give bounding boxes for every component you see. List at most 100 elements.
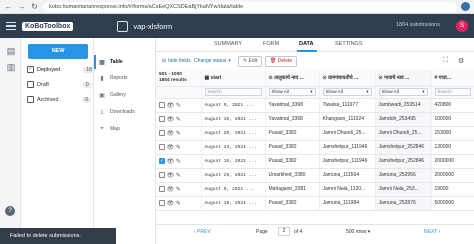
view-icon[interactable]: 👁 <box>166 158 175 165</box>
library-icon[interactable]: ▥ <box>6 62 16 72</box>
table-row[interactable]: 👁 ✎ August 9, 2021 ... Mahagaon_3381 Jamni N… <box>156 182 474 197</box>
row-checkbox[interactable] <box>159 200 165 207</box>
project-title: vap-xlsform <box>133 21 173 31</box>
cell-num: 19000 <box>431 182 474 197</box>
table-row[interactable]: 👁 ✎ August 20, 2021 ... Pusad_3382 Jamni Dhu… <box>156 126 474 141</box>
view-icon[interactable]: 👁 <box>166 102 175 109</box>
row-checkbox[interactable] <box>159 144 165 151</box>
tab-data[interactable]: DATA <box>299 41 313 47</box>
col-header-village-num[interactable]: # गावा... <box>431 70 474 87</box>
cell-gp: Jamshetpur_111946 <box>319 154 376 169</box>
gp-filter-select[interactable]: Show All ▾ <box>322 88 372 96</box>
cell-num: 420800 <box>431 98 474 113</box>
tab-active-indicator <box>297 50 317 52</box>
user-avatar[interactable]: S <box>456 20 468 32</box>
cell-start: August 9, 2021 ... <box>201 98 266 113</box>
taluka-filter-select[interactable]: Show All ▾ <box>268 88 316 96</box>
row-checkbox[interactable]: ✓ <box>159 158 165 165</box>
fullscreen-icon[interactable]: ⛶ <box>443 57 448 65</box>
new-button[interactable]: NEW <box>28 44 88 59</box>
view-icon[interactable]: 👁 <box>166 130 175 137</box>
cell-num: 2000000 <box>431 168 474 183</box>
tab-summary[interactable]: SUMMARY <box>214 41 242 47</box>
back-icon[interactable]: ← <box>4 2 13 11</box>
filter-cell-gp: Show All ▾ <box>319 86 376 99</box>
checkbox-icon[interactable]: ✓ <box>27 66 34 73</box>
next-button[interactable]: NEXT › <box>424 229 440 235</box>
table-row[interactable]: 👁 ✎ August 26, 2021 ... Umarkhed_3380 Jamuna… <box>156 168 474 183</box>
col-header-village[interactable]: ⊙ गावाचे नाव ... <box>375 70 432 87</box>
settings-icon[interactable]: ⚙ <box>458 57 464 65</box>
col-header-grampanchayat[interactable]: ⊙ ग्रामपंचायतीचे ... <box>319 70 376 87</box>
cell-gp: Jamni Nala_1120... <box>319 182 376 197</box>
archived-filter[interactable]: Archived 0 <box>27 96 92 103</box>
deployed-filter[interactable]: ✓ Deployed 18 <box>27 66 95 73</box>
edit-icon[interactable]: ✎ <box>174 130 182 137</box>
hide-fields-button[interactable]: ⊟ hide fields <box>162 58 191 64</box>
edit-icon[interactable]: ✎ <box>174 186 182 193</box>
table-row[interactable]: 👁 ✎ August 10, 2021 ... Pusad_3382 Jamuna_11… <box>156 196 474 211</box>
table-row[interactable]: 👁 ✎ August 9, 2021 ... Yavatmal_3368 Tiwalsa… <box>156 98 474 113</box>
table-row[interactable]: 👁 ✎ August 15, 2021 ... Yavatmal_3368 Khanga… <box>156 112 474 127</box>
forward-icon[interactable]: → <box>17 2 26 11</box>
rows-per-page-select[interactable]: 500 rows ▾ <box>346 229 370 235</box>
deployed-label: Deployed <box>37 66 61 73</box>
help-icon[interactable]: ? <box>5 206 15 216</box>
nav-map[interactable]: ⌖ Map <box>98 124 119 134</box>
tab-settings[interactable]: SETTINGS <box>335 41 363 47</box>
start-search-input[interactable]: Search <box>204 88 262 96</box>
view-icon[interactable]: 👁 <box>166 200 175 207</box>
page-input[interactable]: 2 <box>278 227 290 236</box>
nav-gallery[interactable]: ▣ Gallery <box>98 90 126 100</box>
browser-profile-icon[interactable] <box>461 2 470 11</box>
projects-icon[interactable]: ▤ <box>6 46 16 56</box>
kobo-logo[interactable]: KoBoToolbox <box>22 21 74 31</box>
village-filter-select[interactable]: Show All ▾ <box>378 88 428 96</box>
row-checkbox[interactable] <box>159 116 165 123</box>
filter-cell-empty <box>156 86 202 99</box>
delete-button[interactable]: 🗑 Delete <box>265 56 298 67</box>
checkbox-icon[interactable] <box>27 81 34 88</box>
cell-village: Jamshetpur_252846 <box>375 140 432 155</box>
cell-gp: Tiwalsa_111977 <box>319 98 376 113</box>
cell-village: Jamdoh_253495 <box>375 112 432 127</box>
checkbox-icon[interactable] <box>27 96 34 103</box>
edit-icon[interactable]: ✎ <box>174 116 182 123</box>
cell-village: Jamni Dhundi_25... <box>375 126 432 141</box>
row-checkbox[interactable] <box>159 186 165 193</box>
cell-start: August 15, 2021 ... <box>201 112 266 127</box>
edit-icon[interactable]: ✎ <box>174 102 182 109</box>
tab-form[interactable]: FORM <box>263 41 279 47</box>
col-header-taluka[interactable]: ⊙ तालुकाचे नाव ... <box>265 70 320 87</box>
table-row[interactable]: ✓ 👁 ✎ August 16, 2021 ... Pusad_3382 Jamshet… <box>156 154 474 169</box>
edit-button[interactable]: ✎ Edit <box>238 56 263 67</box>
row-checkbox[interactable] <box>159 102 165 109</box>
row-checkbox[interactable] <box>159 130 165 137</box>
num-search-input[interactable]: Search <box>434 88 471 96</box>
table-icon: ▦ <box>99 59 105 66</box>
reload-icon[interactable]: ↻ <box>30 2 39 11</box>
nav-downloads[interactable]: ⤓ Downloads <box>98 107 135 117</box>
col-header-start[interactable]: ▦ start <box>201 70 266 87</box>
cell-taluka: Yavatmal_3368 <box>265 112 320 127</box>
view-icon[interactable]: 👁 <box>166 116 175 123</box>
trash-icon: 🗑 <box>270 58 277 64</box>
filter-cell-taluka: Show All ▾ <box>265 86 320 99</box>
address-bar[interactable]: kobo.humanitarianresponse.info/#/forms/a… <box>43 1 457 12</box>
edit-icon[interactable]: ✎ <box>174 158 182 165</box>
nav-table[interactable]: ▦ Table <box>98 57 123 67</box>
nav-reports[interactable]: ▮ Reports <box>98 73 127 83</box>
view-icon[interactable]: 👁 <box>166 144 175 151</box>
change-status-dropdown[interactable]: Change status ▾ <box>194 58 231 64</box>
view-icon[interactable]: 👁 <box>166 186 175 193</box>
draft-filter[interactable]: Draft 0 <box>27 81 92 88</box>
edit-icon[interactable]: ✎ <box>174 172 182 179</box>
menu-icon[interactable] <box>6 22 16 30</box>
prev-button[interactable]: ‹ PREV <box>194 229 211 235</box>
view-icon[interactable]: 👁 <box>166 172 175 179</box>
cell-taluka: Pusad_3382 <box>265 154 320 169</box>
edit-icon[interactable]: ✎ <box>174 144 182 151</box>
row-checkbox[interactable] <box>159 172 165 179</box>
edit-icon[interactable]: ✎ <box>174 200 182 207</box>
table-row[interactable]: 👁 ✎ August 23, 2021 ... Pusad_3382 Jamshetpu… <box>156 140 474 155</box>
